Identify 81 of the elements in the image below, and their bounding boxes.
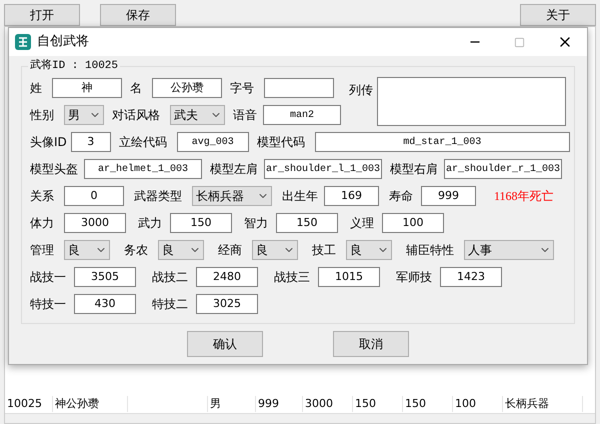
input-field[interactable]: 2480: [196, 267, 258, 287]
dropdown[interactable]: 良: [252, 240, 298, 260]
dialog-button[interactable]: 确认: [187, 331, 263, 357]
table-cell-text: 神公孙瓒: [55, 396, 99, 412]
table-cell-text: 150: [355, 396, 376, 412]
window-title: 自创武将: [37, 33, 89, 52]
field-label: 姓: [30, 80, 43, 97]
input-field[interactable]: [264, 78, 334, 98]
field-label: 出生年: [282, 188, 319, 205]
input-field[interactable]: 3: [70, 132, 111, 152]
dropdown[interactable]: 武夫: [170, 105, 225, 125]
input-field[interactable]: 999: [421, 186, 476, 206]
dropdown[interactable]: 良: [64, 240, 110, 260]
field-label: 特技二: [152, 296, 189, 313]
death-note: 1168年死亡: [494, 188, 554, 205]
dropdown[interactable]: 长柄兵器: [192, 186, 272, 206]
input-field[interactable]: man2: [263, 105, 341, 125]
field-label: 模型右肩: [390, 161, 439, 178]
field-label: 模型左肩: [210, 161, 259, 178]
input-field[interactable]: avg_003: [176, 132, 249, 152]
field-label: 头像ID: [30, 134, 67, 151]
input-field[interactable]: 1423: [440, 267, 502, 287]
field-label: 武器类型: [134, 188, 183, 205]
input-field[interactable]: ar_shoulder_l_1_003: [264, 159, 382, 179]
field-label: 语音: [233, 107, 258, 124]
field-label: 模型代码: [256, 134, 306, 151]
dropdown[interactable]: 男: [64, 105, 104, 125]
field-label: 务农: [124, 242, 149, 259]
table-cell-text: 10025: [7, 396, 42, 412]
input-field[interactable]: 0: [64, 186, 124, 206]
field-label: 战技二: [152, 269, 189, 286]
input-field[interactable]: 430: [74, 294, 136, 314]
field-label: 体力: [30, 215, 55, 232]
dropdown[interactable]: 良: [346, 240, 392, 260]
input-field[interactable]: 3025: [196, 294, 258, 314]
input-field[interactable]: md_star_1_003: [314, 132, 570, 152]
input-field[interactable]: ar_helmet_1_003: [84, 159, 202, 179]
field-label: 战技一: [30, 269, 67, 286]
input-field[interactable]: 3000: [64, 213, 126, 233]
biography-textarea[interactable]: [377, 77, 566, 126]
field-label: 字号: [230, 80, 255, 97]
field-label: 列传: [349, 82, 373, 99]
input-field[interactable]: 公孙瓒: [152, 78, 222, 98]
input-field[interactable]: 150: [276, 213, 338, 233]
field-label: 武力: [138, 215, 163, 232]
input-field[interactable]: 100: [382, 213, 444, 233]
field-label: 智力: [244, 215, 269, 232]
table-cell-text: 男: [210, 396, 221, 412]
field-label: 立绘代码: [118, 134, 168, 151]
field-label: 辅臣特性: [406, 242, 455, 259]
dropdown[interactable]: 良: [158, 240, 204, 260]
field-label: 对话风格: [112, 107, 161, 124]
input-field[interactable]: 3505: [74, 267, 136, 287]
field-label: 经商: [218, 242, 243, 259]
toolbar-button[interactable]: 保存: [100, 4, 176, 26]
table-cell-text: 100: [455, 396, 476, 412]
input-field[interactable]: 169: [324, 186, 379, 206]
table-cell-text: 3000: [305, 396, 333, 412]
input-field[interactable]: 1015: [318, 267, 380, 287]
table-cell-text: 999: [258, 396, 279, 412]
field-label: 特技一: [30, 296, 67, 313]
field-label: 寿命: [389, 188, 414, 205]
table-cell-text: 长柄兵器: [505, 396, 549, 412]
field-label: 义理: [350, 215, 375, 232]
field-label: 模型头盔: [30, 161, 79, 178]
input-field[interactable]: 150: [170, 213, 232, 233]
input-field[interactable]: ar_shoulder_r_1_003: [444, 159, 562, 179]
app-logo-icon: [15, 34, 31, 50]
toolbar-button[interactable]: 关于: [520, 4, 596, 26]
field-label: 性别: [30, 107, 55, 124]
dropdown[interactable]: 人事: [464, 240, 554, 260]
field-label: 军师技: [396, 269, 433, 286]
field-label: 管理: [30, 242, 55, 259]
field-label: 战技三: [274, 269, 311, 286]
field-label: 关系: [30, 188, 55, 205]
table-cell-text: 150: [405, 396, 426, 412]
toolbar-button[interactable]: 打开: [4, 4, 80, 26]
dialog-button[interactable]: 取消: [333, 331, 409, 357]
input-field[interactable]: 神: [52, 78, 122, 98]
field-label: 技工: [312, 242, 337, 259]
field-label: 名: [130, 80, 143, 97]
